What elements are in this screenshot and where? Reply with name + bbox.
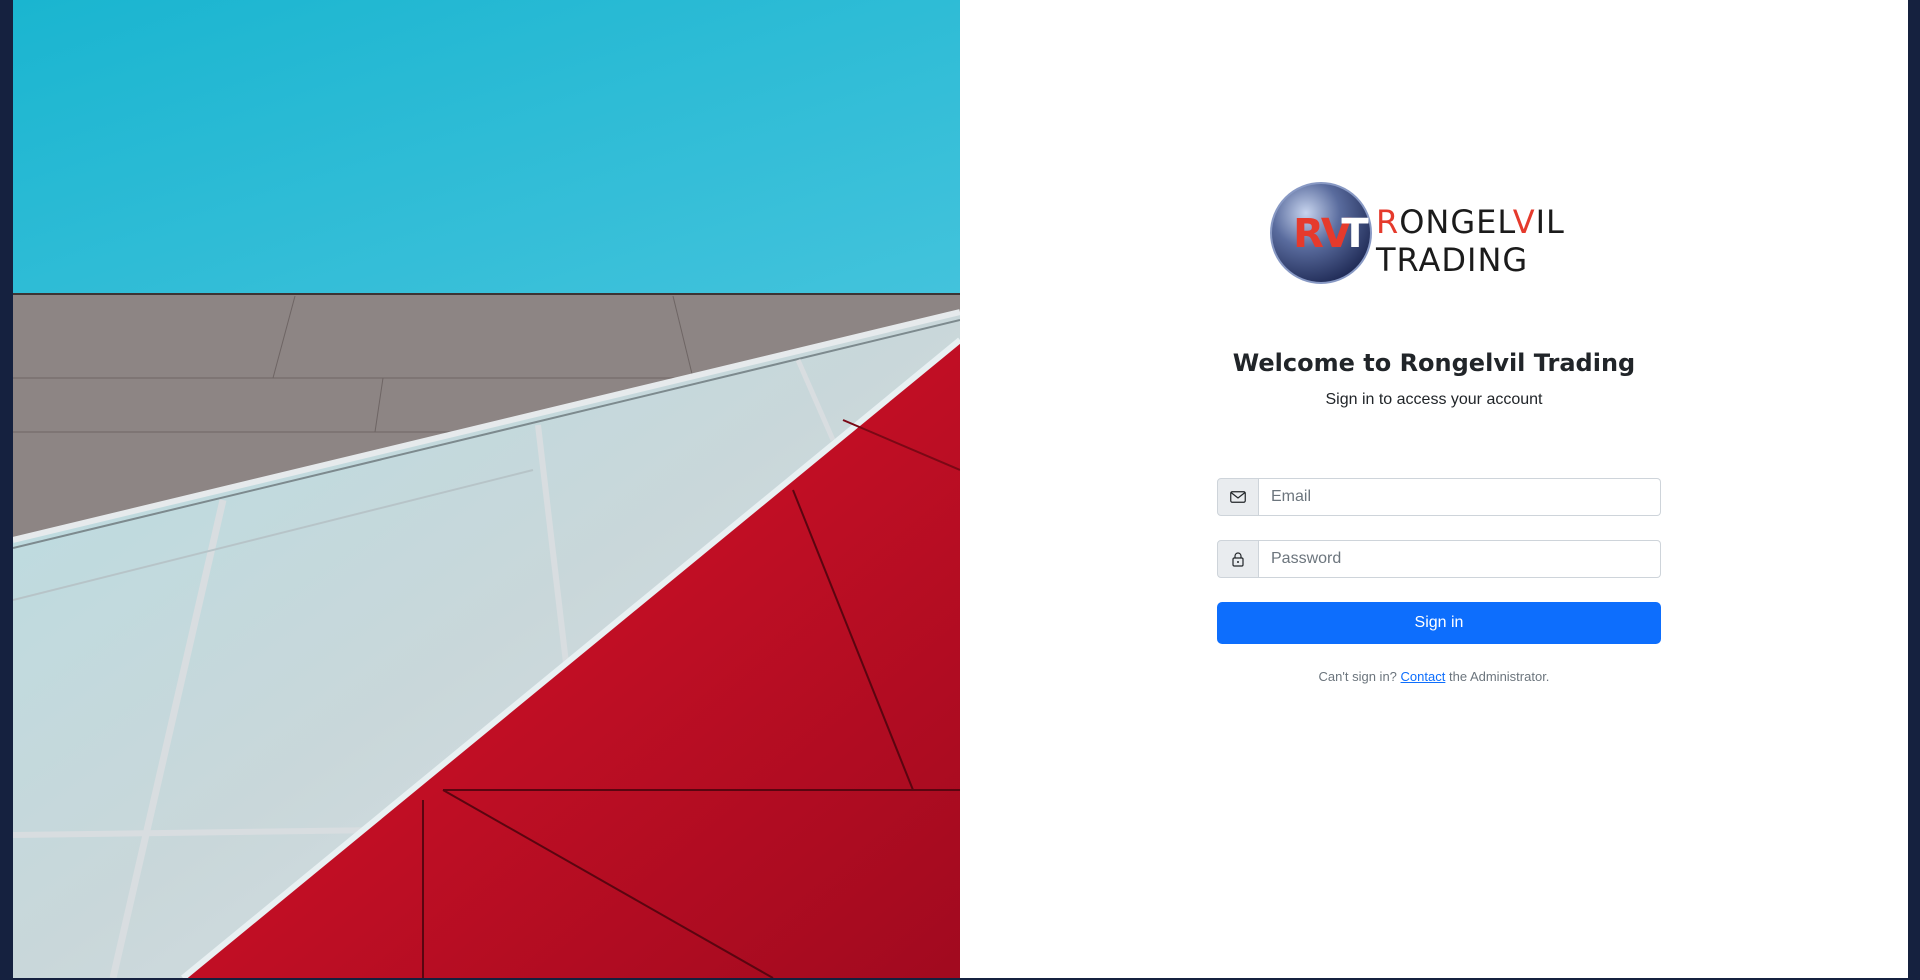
email-input[interactable] bbox=[1259, 478, 1661, 516]
company-logo: RV T RONGELVIL TRADING bbox=[1269, 181, 1564, 291]
password-input[interactable] bbox=[1259, 540, 1661, 578]
help-text: Can't sign in? Contact the Administrator… bbox=[960, 669, 1908, 684]
page-subtitle: Sign in to access your account bbox=[1325, 391, 1543, 408]
svg-text:T: T bbox=[1341, 211, 1369, 257]
email-field-group bbox=[1217, 478, 1661, 516]
envelope-icon bbox=[1217, 478, 1259, 516]
lock-icon bbox=[1217, 540, 1259, 578]
logo-emblem: RV T bbox=[1270, 182, 1372, 284]
page-title: Welcome to Rongelvil Trading bbox=[1232, 349, 1636, 377]
login-panel: RV T RONGELVIL TRADING Welcome to Rongel… bbox=[960, 0, 1908, 978]
password-field-group bbox=[1217, 540, 1661, 578]
login-window: RV T RONGELVIL TRADING Welcome to Rongel… bbox=[13, 0, 1908, 978]
help-prefix: Can't sign in? bbox=[1318, 669, 1397, 684]
help-suffix: the Administrator. bbox=[1448, 669, 1550, 684]
logo-wordmark: RONGELVIL TRADING bbox=[1376, 203, 1565, 279]
hero-image bbox=[13, 0, 960, 978]
sign-in-button[interactable]: Sign in bbox=[1217, 602, 1661, 644]
contact-link[interactable]: Contact bbox=[1401, 669, 1446, 684]
